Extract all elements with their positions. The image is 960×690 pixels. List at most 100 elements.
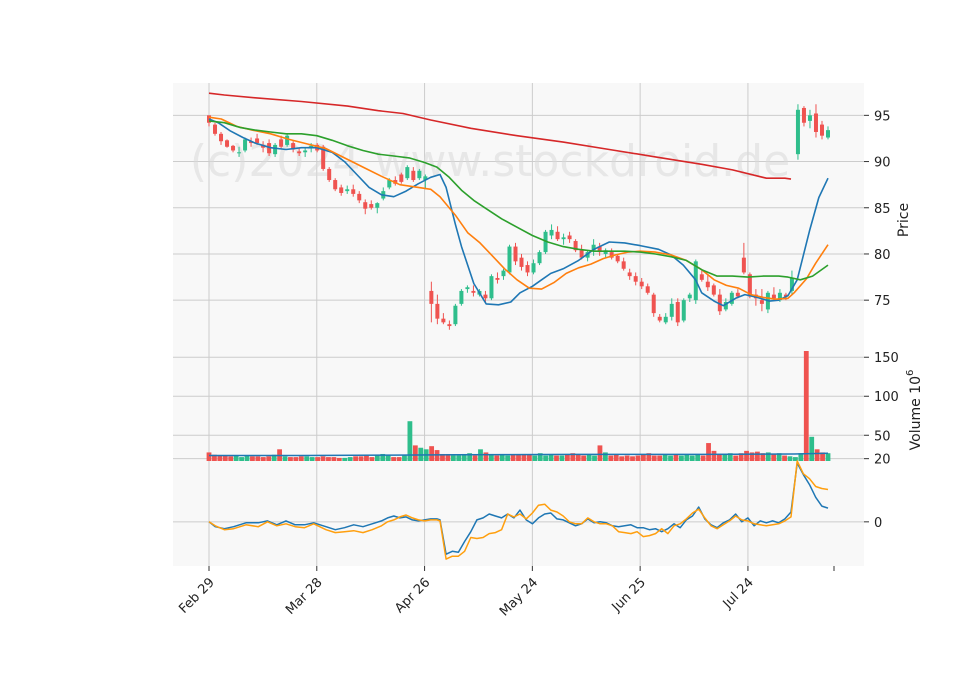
volume-bar [755,451,760,461]
candle-body [687,294,692,299]
volume-bar [771,453,777,461]
volume-bar [282,456,288,461]
candle-body [675,302,680,323]
volume-bar [217,455,223,461]
candle-body [273,144,278,155]
candle-body [501,270,506,277]
candle-body [357,193,362,201]
x-tick-label: Jun 25 [609,575,649,615]
volume-bar [782,455,787,461]
candle-body [417,170,422,179]
candle-body [537,252,542,264]
candle-body [369,204,374,208]
candle-body [711,285,716,295]
volume-bar [814,449,820,461]
candle-body [243,139,248,151]
volume-bar [668,455,673,461]
candle-body [633,276,638,282]
x-tick-label: Mar 28 [283,575,326,618]
volume-bar [250,456,255,461]
candle-body [621,261,626,269]
candle-body [663,316,668,323]
volume-bar [429,446,435,461]
volume-bar [494,455,500,461]
candle-body [297,151,302,154]
candle-body [615,255,620,262]
volume-bar [309,457,315,461]
volume-bar [624,455,630,461]
volume-bar [825,453,831,461]
candle-body [447,324,452,327]
x-tick-label: May 24 [497,575,541,619]
candle-body [669,303,674,317]
volume-bar [315,457,320,461]
volume-bar [391,457,397,461]
volume-bar [342,457,348,461]
volume-bar [597,445,603,461]
candle-body [351,189,356,194]
volume-bar [244,455,250,461]
candle-body [741,257,746,273]
candle-body [549,229,554,236]
volume-bar [288,457,293,461]
price-tick-label: 85 [874,202,891,217]
volume-bar [711,450,717,461]
volume-bar [564,454,570,461]
volume-bar [651,455,657,461]
candle-body [237,152,242,154]
volume-bar [239,457,244,461]
candle-body [819,124,824,136]
candle-body [651,294,656,314]
candle-body [519,257,524,267]
candle-body [345,189,350,192]
candle-body [327,168,332,181]
price-axis-title: Price [896,203,912,237]
candle-body [513,246,518,262]
volume-bar [505,455,511,461]
volume-bar [700,455,706,461]
candle-body [645,286,650,293]
volume-axis-word: Volume 10 [908,376,924,450]
volume-bar [532,455,538,461]
volume-bar [483,452,489,461]
volume-axis-exponent: 6 [905,370,916,376]
candle-body [507,246,512,273]
volume-bar [402,455,407,461]
candle-body [807,115,812,121]
volume-bar [689,455,695,461]
candle-body [639,281,644,287]
candle-body [375,203,380,208]
candle-body [363,202,368,209]
candle-body [333,180,338,190]
volume-bar [575,454,581,461]
candle-body [219,133,224,142]
volume-bar [320,456,326,461]
candle-body [471,290,476,293]
volume-bar [293,457,299,461]
candle-body [735,292,740,297]
volume-bar [526,454,532,461]
candle-body [555,231,560,240]
candle-body [411,170,416,181]
volume-bar [662,454,668,461]
price-tick-label: 90 [874,156,891,171]
volume-bar [787,456,793,461]
volume-bar [472,455,478,461]
candle-body [399,174,404,182]
volume-bar [630,456,635,461]
volume-bar [450,455,456,461]
volume-bar [581,455,587,461]
volume-bar [592,455,597,461]
candle-body [231,145,236,151]
candle-body [795,109,800,155]
candle-body [681,300,686,321]
candle-body [429,290,434,304]
volume-bar [396,457,402,461]
candle-body [759,300,764,304]
oscillator-tick-label: 0 [874,516,882,531]
volume-bar [803,351,809,461]
volume-bar [412,445,418,461]
volume-bar [260,457,266,461]
volume-bar [326,457,331,461]
volume-bar [516,454,521,461]
